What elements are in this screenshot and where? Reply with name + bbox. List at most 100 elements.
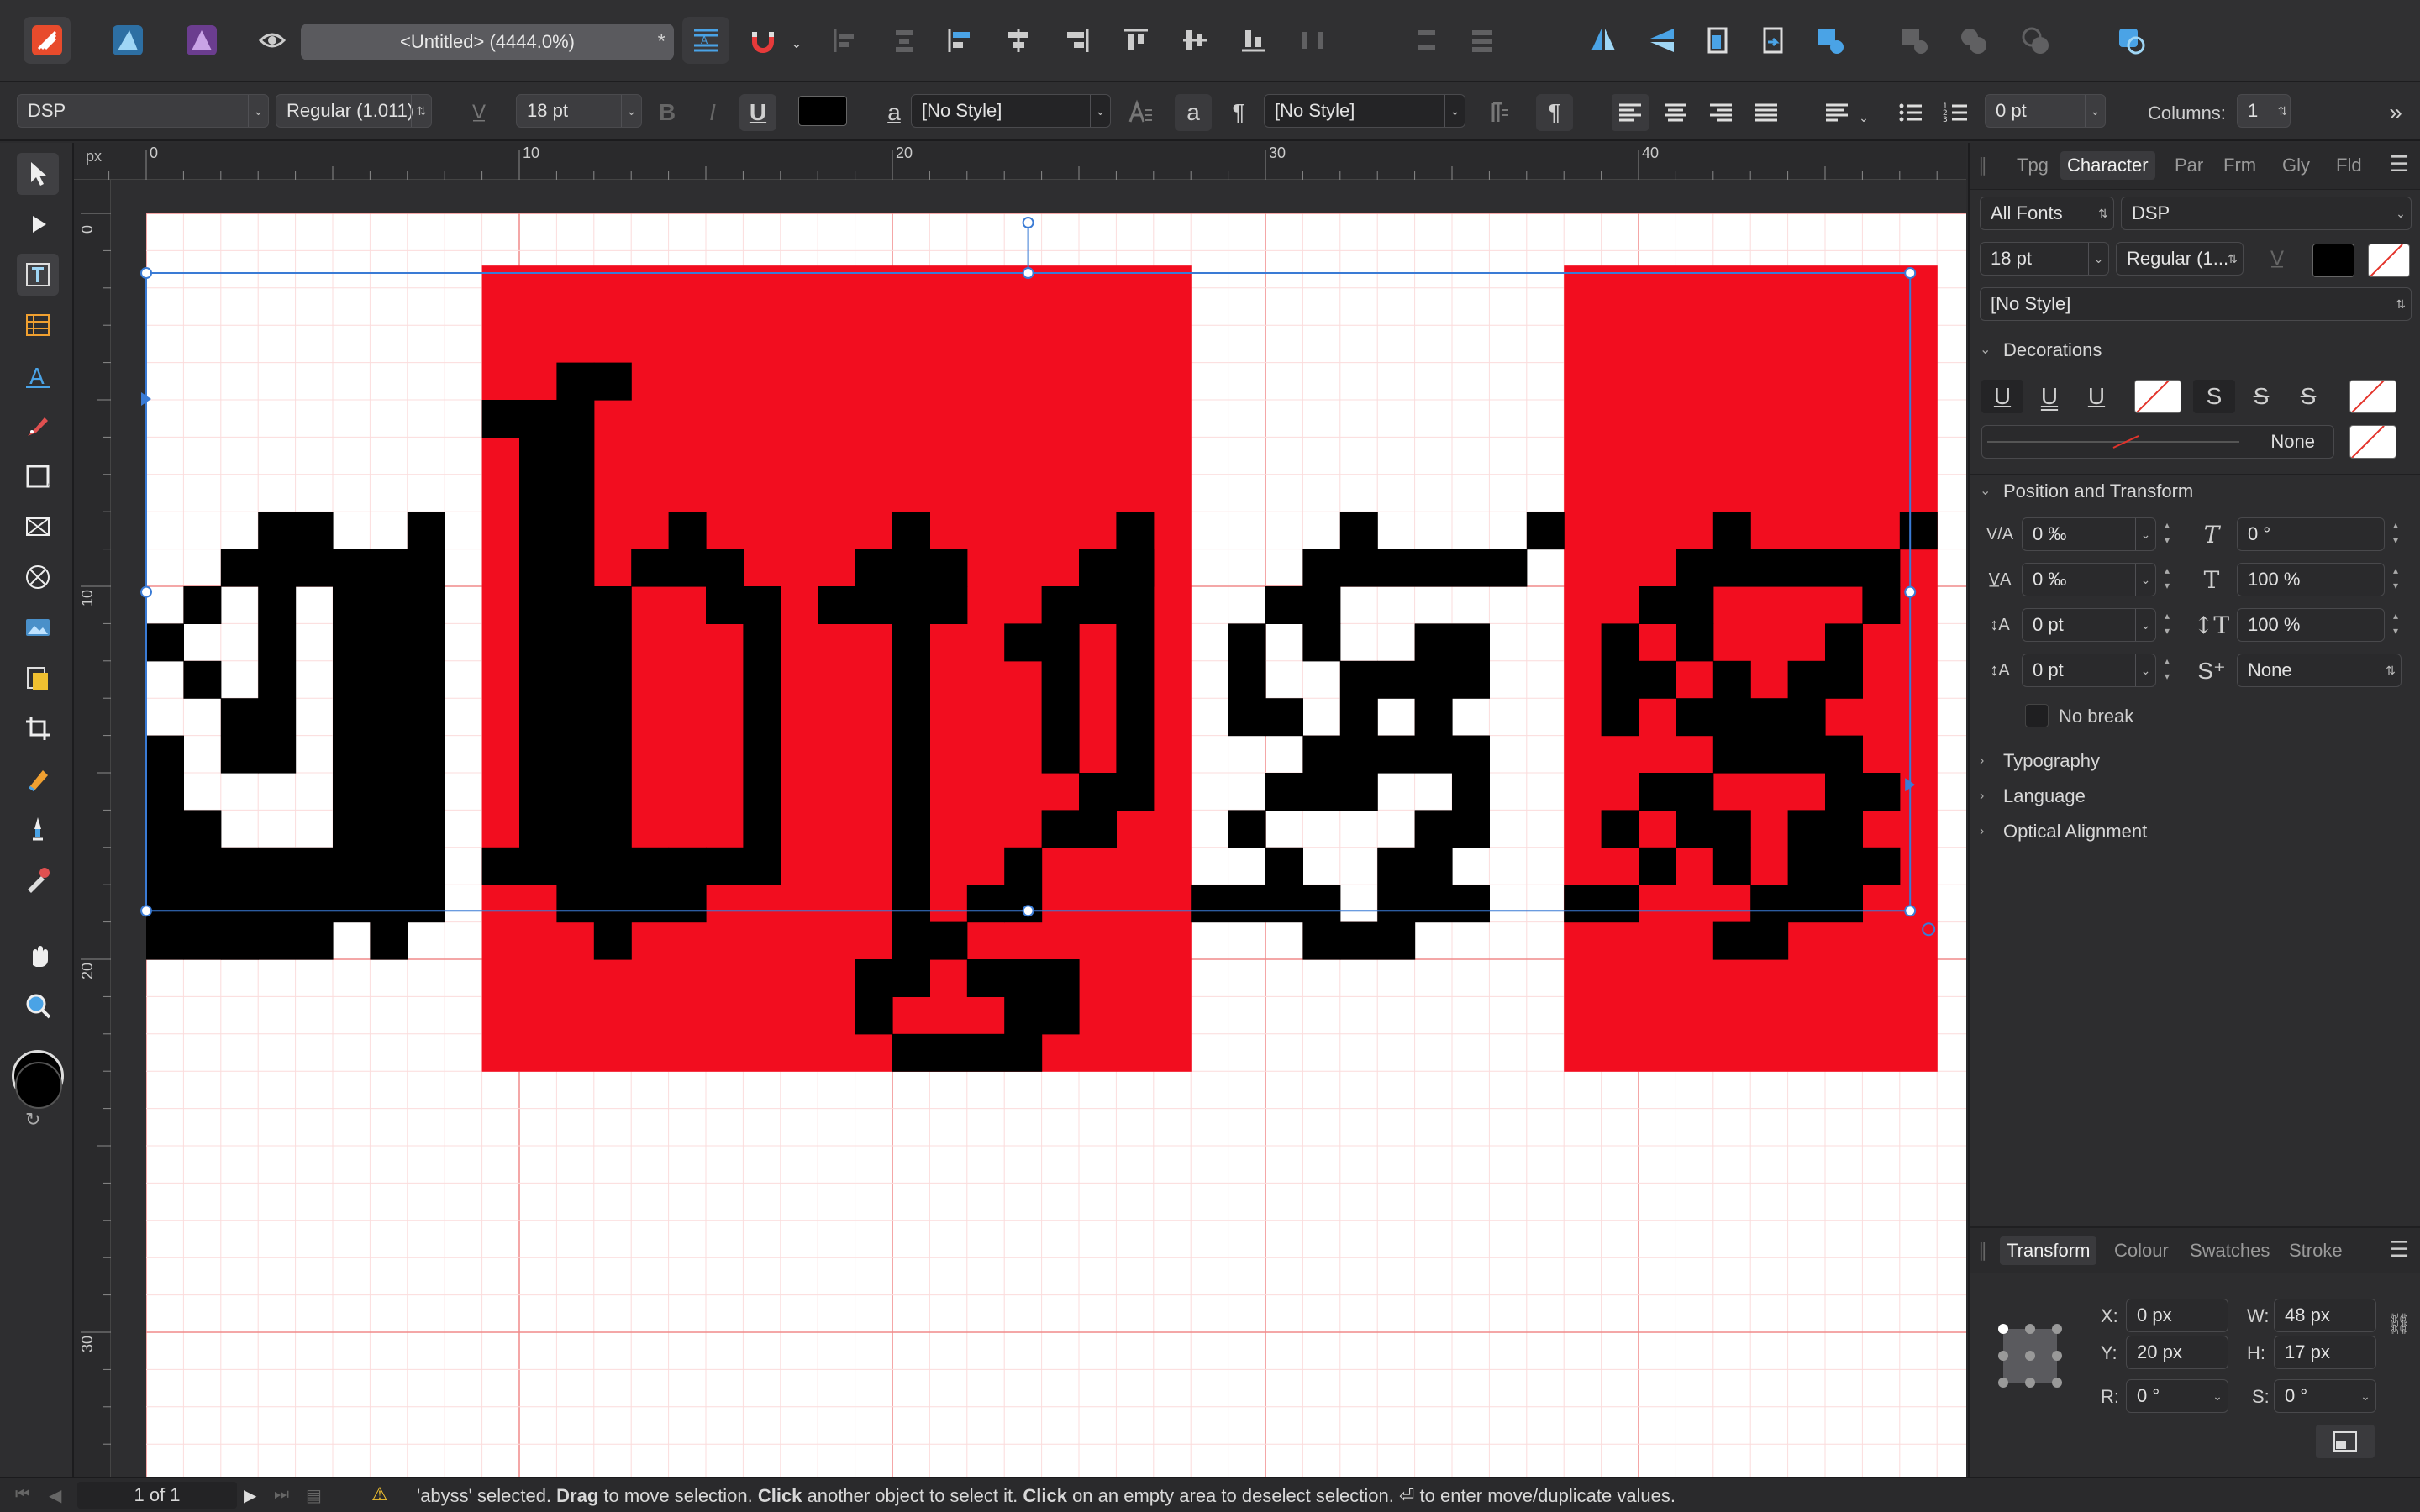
designer-persona-icon[interactable] <box>104 17 151 64</box>
rectangle-tool-icon[interactable] <box>17 455 59 497</box>
distribute-v-icon[interactable] <box>1403 17 1450 64</box>
strikethrough-double-button[interactable]: S <box>2240 380 2282 413</box>
tab-stroke[interactable]: Stroke <box>2289 1240 2343 1262</box>
align-middle-icon[interactable] <box>1171 17 1218 64</box>
position-transform-header[interactable]: ⌄ Position and Transform <box>1970 474 2420 507</box>
underline-button[interactable]: U <box>739 94 776 131</box>
boolean-intersect-icon[interactable] <box>1949 17 1996 64</box>
tab-character[interactable]: Character <box>2060 151 2155 180</box>
kerning-icon[interactable]: V̲ <box>460 94 497 131</box>
font-size-field[interactable]: 18 pt ⌄ <box>516 94 642 128</box>
strikethrough-triple-button[interactable]: S <box>2287 380 2329 413</box>
columns-field[interactable]: 1 ⇅ <box>2237 94 2291 128</box>
panel-style-select[interactable]: [No Style] ⇅ <box>1980 287 2412 321</box>
warning-icon[interactable]: ⚠ <box>371 1483 388 1505</box>
font-style-select[interactable]: Regular (1.011) ⇅ <box>276 94 432 128</box>
document-title[interactable]: <Untitled> (4444.0%) * <box>301 24 674 60</box>
fill-color-well[interactable] <box>15 1062 62 1109</box>
tab-paragraph[interactable]: Par <box>2175 155 2203 176</box>
boolean-subtract-icon[interactable] <box>1891 17 1938 64</box>
move-tool-icon[interactable] <box>17 153 59 195</box>
tracking-field[interactable]: 0 ‰ ⌄ <box>2022 517 2156 551</box>
align-text-right-icon[interactable] <box>1702 94 1739 131</box>
first-page-icon[interactable]: ⏮ <box>15 1485 30 1504</box>
justify-dropdown-icon[interactable]: ⌄ <box>1855 99 1872 136</box>
view-mode-icon[interactable] <box>249 17 296 64</box>
character-style-options-icon[interactable] <box>1123 94 1160 131</box>
paragraph-style-select[interactable]: [No Style] ⌄ <box>1264 94 1465 128</box>
character-style-apply-button[interactable]: a <box>1175 94 1212 131</box>
panel-text-color-swatch[interactable] <box>2312 244 2354 277</box>
horizontal-scale-field[interactable]: 100 % <box>2237 563 2385 596</box>
strikethrough-color-swatch[interactable] <box>2349 380 2396 413</box>
crop-tool-icon[interactable] <box>17 707 59 749</box>
zoom-tool-icon[interactable] <box>17 984 59 1026</box>
underline-color-swatch[interactable] <box>2134 380 2181 413</box>
snapping-magnet-icon[interactable] <box>739 17 786 64</box>
panel-font-style-select[interactable]: Regular (1... ⇅ <box>2116 242 2244 276</box>
font-collection-select[interactable]: All Fonts ⇅ <box>1980 197 2114 230</box>
horizontal-ruler[interactable]: px 0 10 20 30 40 <box>74 143 1966 180</box>
leading-field[interactable]: 0 pt ⌄ <box>2022 654 2156 687</box>
boolean-xor-icon[interactable] <box>2012 17 2059 64</box>
shear-field[interactable]: 0 ° <box>2237 517 2385 551</box>
snapping-dropdown-icon[interactable]: ⌄ <box>786 25 807 62</box>
anchor-point-selector-icon[interactable] <box>1995 1320 2065 1391</box>
flip-vertical-icon[interactable] <box>1639 17 1686 64</box>
align-top-icon[interactable] <box>1113 17 1160 64</box>
h-field[interactable]: 17 px <box>2274 1336 2376 1369</box>
bullet-list-icon[interactable] <box>1892 94 1929 131</box>
fill-tool-icon[interactable] <box>17 758 59 800</box>
ellipse-frame-tool-icon[interactable] <box>17 556 59 598</box>
place-image-tool-icon[interactable] <box>17 606 59 648</box>
typeface-style-select[interactable]: None ⇅ <box>2237 654 2402 687</box>
align-center-icon[interactable] <box>995 17 1042 64</box>
y-field[interactable]: 20 px <box>2126 1336 2228 1369</box>
panel-kerning-icon[interactable]: V̲ <box>2259 240 2296 277</box>
justify-text-icon[interactable] <box>1748 94 1785 131</box>
pen-tool-icon[interactable] <box>17 405 59 447</box>
align-text-center-icon[interactable] <box>1657 94 1694 131</box>
tab-swatches[interactable]: Swatches <box>2190 1240 2270 1262</box>
horizontal-scale-stepper[interactable]: ▴ ▾ <box>2388 563 2403 596</box>
baseline-stepper[interactable]: ▴ ▾ <box>2160 608 2175 642</box>
panel-menu-icon[interactable]: ☰ <box>2390 151 2409 177</box>
underline-single-button[interactable]: U <box>1981 380 2023 413</box>
decoration-line-color-swatch[interactable] <box>2349 425 2396 459</box>
typography-section[interactable]: › Typography <box>1970 744 2420 778</box>
table-tool-icon[interactable] <box>17 304 59 346</box>
panel-font-family-select[interactable]: DSP ⌄ <box>2121 197 2412 230</box>
panel-highlight-color-swatch[interactable] <box>2368 244 2410 277</box>
text-artwork[interactable] <box>146 213 1966 1477</box>
color-picker-tool-icon[interactable] <box>17 858 59 900</box>
tab-colour[interactable]: Colour <box>2114 1240 2169 1262</box>
align-left-edge-icon[interactable] <box>936 17 983 64</box>
decoration-line-select[interactable]: None <box>1981 425 2334 459</box>
space-field[interactable]: 0 pt ⌄ <box>1985 94 2106 128</box>
font-family-select[interactable]: DSP ⌄ <box>17 94 269 128</box>
s-field[interactable]: 0 ° ⌄ <box>2274 1379 2376 1413</box>
transform-menu-icon[interactable]: ☰ <box>2390 1236 2409 1263</box>
optical-alignment-section[interactable]: › Optical Alignment <box>1970 815 2420 848</box>
justify-options-icon[interactable] <box>1818 94 1855 131</box>
no-break-checkbox[interactable] <box>2025 704 2049 727</box>
page-options-icon[interactable]: ▤ <box>306 1485 322 1506</box>
align-bottom-icon[interactable] <box>1230 17 1277 64</box>
character-style-select[interactable]: [No Style] ⌄ <box>911 94 1111 128</box>
shear-stepper[interactable]: ▴ ▾ <box>2388 517 2403 551</box>
underline-triple-button[interactable]: U <box>2075 380 2118 413</box>
next-page-icon[interactable]: ▶ <box>244 1485 256 1506</box>
last-page-icon[interactable]: ⏭ <box>274 1485 289 1504</box>
frame-text-tool-icon[interactable] <box>17 254 59 296</box>
transform-grip-icon[interactable]: ∥ <box>1978 1240 1987 1262</box>
flip-horizontal-icon[interactable] <box>1580 17 1627 64</box>
rotate-right-icon[interactable] <box>1749 17 1797 64</box>
tab-transform[interactable]: Transform <box>2000 1236 2097 1265</box>
tracking-stepper[interactable]: ▴ ▾ <box>2160 517 2175 551</box>
align-left-icon[interactable] <box>822 17 869 64</box>
vertical-scale-field[interactable]: 100 % <box>2237 608 2385 642</box>
leading-stepper[interactable]: ▴ ▾ <box>2160 654 2175 687</box>
x-field[interactable]: 0 px <box>2126 1299 2228 1332</box>
vertical-ruler[interactable]: 0 10 20 30 <box>74 180 111 1477</box>
baseline-field[interactable]: 0 pt ⌄ <box>2022 608 2156 642</box>
